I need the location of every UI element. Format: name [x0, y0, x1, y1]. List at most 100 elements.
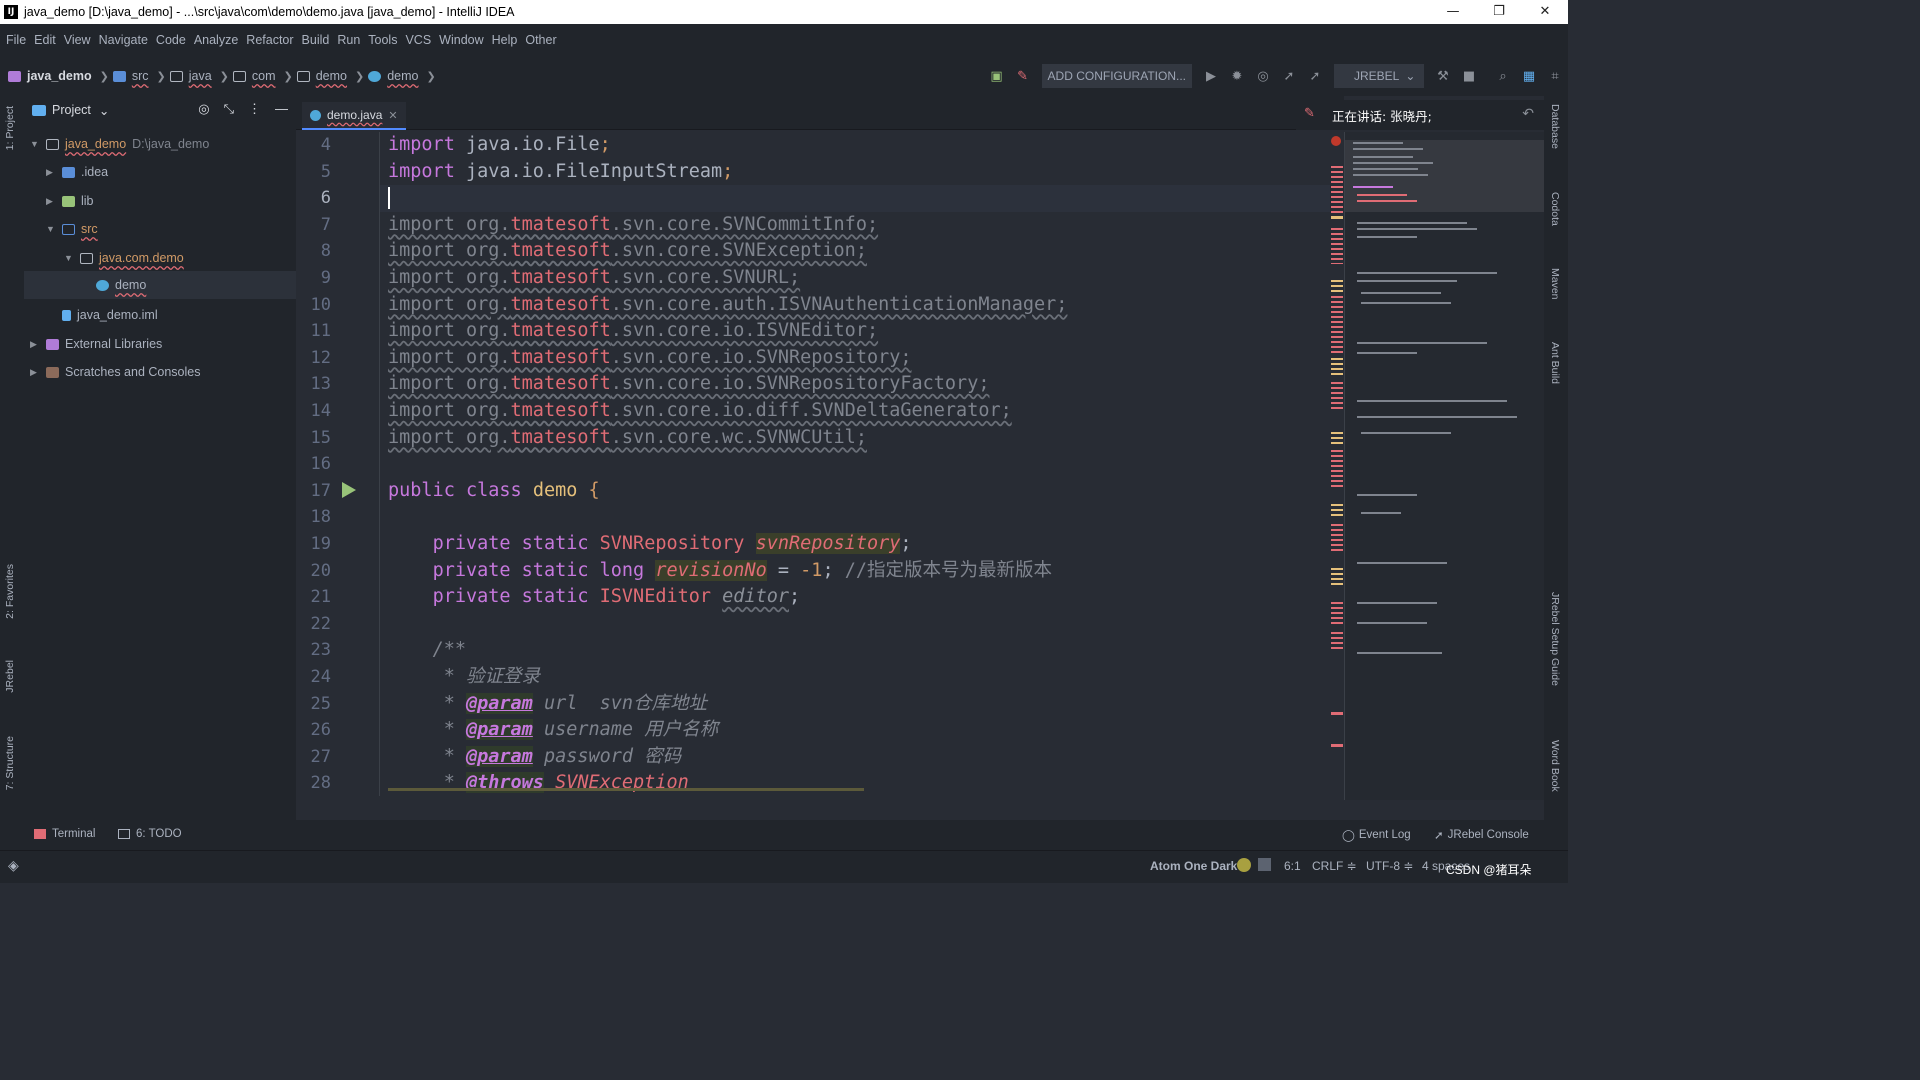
- error-indicator-icon[interactable]: [1331, 136, 1341, 146]
- warning-marks[interactable]: [1331, 568, 1343, 588]
- warning-marks[interactable]: [1331, 504, 1343, 518]
- undo-icon[interactable]: ↶: [1522, 106, 1534, 122]
- breadcrumb-demo-package[interactable]: demo ❯: [296, 69, 364, 83]
- layers-icon[interactable]: ◈: [8, 857, 19, 874]
- jrebel-run-icon[interactable]: ➚: [1276, 63, 1302, 89]
- error-mark[interactable]: [1331, 712, 1343, 715]
- menu-file[interactable]: File: [4, 33, 32, 47]
- collapse-icon[interactable]: ⤡: [224, 101, 234, 117]
- jrebel-console-tab[interactable]: ➚ JRebel Console: [1434, 828, 1529, 842]
- more-options-icon[interactable]: ⋮: [248, 101, 261, 117]
- run-class-icon[interactable]: [342, 482, 356, 498]
- todo-tab[interactable]: 6: TODO: [118, 828, 182, 840]
- tab-favorites[interactable]: 2: Favorites: [4, 564, 16, 619]
- chevron-down-icon[interactable]: ⌄: [99, 103, 109, 118]
- terminal-icon[interactable]: ▣: [984, 63, 1010, 89]
- error-marks[interactable]: [1331, 382, 1343, 410]
- menu-refactor[interactable]: Refactor: [244, 33, 299, 47]
- close-tab-icon[interactable]: ✕: [388, 109, 397, 122]
- breadcrumb-java[interactable]: java ❯: [169, 69, 229, 83]
- error-mark[interactable]: [1331, 744, 1343, 747]
- theme-icon[interactable]: [1237, 858, 1251, 872]
- warning-marks[interactable]: [1331, 358, 1343, 378]
- close-button[interactable]: ✕: [1522, 0, 1568, 24]
- tab-jrebel[interactable]: JRebel: [4, 660, 16, 693]
- error-marks[interactable]: [1331, 632, 1343, 652]
- tab-ant-build[interactable]: Ant Build: [1549, 342, 1561, 384]
- tree-item-scratches[interactable]: ▶ Scratches and Consoles: [30, 361, 201, 383]
- menu-tools[interactable]: Tools: [366, 33, 403, 47]
- minimize-button[interactable]: —: [1430, 0, 1476, 24]
- project-view-label[interactable]: Project: [52, 103, 91, 117]
- code-minimap[interactable]: [1344, 132, 1545, 800]
- menu-code[interactable]: Code: [154, 33, 192, 47]
- search-icon[interactable]: ⌕: [1490, 63, 1516, 89]
- breadcrumb-src[interactable]: src ❯: [112, 69, 166, 83]
- translate-icon[interactable]: ⌗: [1542, 63, 1568, 89]
- tree-item-demo[interactable]: demo: [24, 271, 296, 299]
- error-marks[interactable]: [1331, 228, 1343, 264]
- stop-icon[interactable]: ■: [1456, 63, 1482, 89]
- line-separator[interactable]: CRLF ≑: [1312, 859, 1357, 873]
- caret-position[interactable]: 6:1: [1284, 859, 1301, 873]
- tab-word-book[interactable]: Word Book: [1549, 740, 1561, 792]
- menu-analyze[interactable]: Analyze: [192, 33, 244, 47]
- tree-item-package[interactable]: ▼ java.com.demo: [64, 247, 184, 269]
- tab-jrebel-setup-guide[interactable]: JRebel Setup Guide: [1549, 592, 1561, 686]
- tree-item-idea[interactable]: ▶ .idea: [46, 161, 108, 183]
- javadoc-text: * 验证登录: [443, 666, 540, 687]
- jrebel-dropdown[interactable]: JREBEL ⌄: [1334, 64, 1424, 88]
- tree-item-iml[interactable]: java_demo.iml: [62, 304, 158, 326]
- menu-other[interactable]: Other: [523, 33, 562, 47]
- breadcrumb-com[interactable]: com ❯: [232, 69, 293, 83]
- theme-name[interactable]: Atom One Dark: [1150, 859, 1237, 873]
- tree-item-external-libraries[interactable]: ▶ External Libraries: [30, 333, 162, 355]
- hide-icon[interactable]: —: [275, 101, 288, 117]
- file-encoding[interactable]: UTF-8 ≑: [1366, 859, 1413, 873]
- breadcrumb-project[interactable]: java_demo ❯: [8, 69, 109, 83]
- horizontal-scrollbar[interactable]: [388, 788, 864, 791]
- warning-mark[interactable]: [1331, 216, 1343, 219]
- tab-codota[interactable]: Codota: [1549, 192, 1561, 226]
- run-icon[interactable]: ▶: [1198, 63, 1224, 89]
- error-marks[interactable]: [1331, 450, 1343, 490]
- menu-build[interactable]: Build: [300, 33, 336, 47]
- code-area[interactable]: import java.io.File; import java.io.File…: [388, 132, 1328, 796]
- menu-navigate[interactable]: Navigate: [97, 33, 154, 47]
- build-hammer-icon[interactable]: ✎: [1010, 63, 1036, 89]
- error-stripe[interactable]: [1330, 132, 1344, 800]
- error-marks[interactable]: [1331, 524, 1343, 554]
- breadcrumb-demo-class[interactable]: demo ❯: [368, 69, 436, 83]
- error-marks[interactable]: [1331, 166, 1343, 214]
- coverage-icon[interactable]: ◎: [1250, 63, 1276, 89]
- tab-structure[interactable]: 7: Structure: [4, 736, 16, 790]
- tree-item-java-demo[interactable]: ▼ java_demo D:\java_demo: [30, 133, 209, 155]
- warning-marks[interactable]: [1331, 280, 1343, 292]
- add-configuration-button[interactable]: ADD CONFIGURATION...: [1041, 64, 1192, 88]
- grid-icon[interactable]: ▦: [1516, 63, 1542, 89]
- tab-maven[interactable]: Maven: [1549, 268, 1561, 300]
- error-marks[interactable]: [1331, 296, 1343, 356]
- jrebel-status-icon[interactable]: [1258, 858, 1271, 871]
- jrebel-debug-icon[interactable]: ➚: [1302, 63, 1328, 89]
- tab-demo-java[interactable]: demo.java ✕: [302, 102, 406, 130]
- hammer-icon[interactable]: ⚒: [1430, 63, 1456, 89]
- menu-help[interactable]: Help: [490, 33, 524, 47]
- terminal-tab[interactable]: Terminal: [34, 828, 95, 840]
- warning-marks[interactable]: [1331, 432, 1343, 446]
- tree-item-lib[interactable]: ▶ lib: [46, 190, 94, 212]
- tab-project[interactable]: 1: Project: [4, 106, 16, 150]
- event-log-tab[interactable]: ◯ Event Log: [1342, 828, 1411, 842]
- menu-run[interactable]: Run: [335, 33, 366, 47]
- menu-edit[interactable]: Edit: [32, 33, 62, 47]
- menu-vcs[interactable]: VCS: [403, 33, 437, 47]
- menu-view[interactable]: View: [62, 33, 97, 47]
- maximize-button[interactable]: ❐: [1476, 0, 1522, 24]
- mic-muted-icon[interactable]: ✎: [1304, 106, 1315, 121]
- tab-database[interactable]: Database: [1549, 104, 1561, 149]
- locate-icon[interactable]: ◎: [198, 101, 209, 117]
- error-marks[interactable]: [1331, 602, 1343, 624]
- debug-icon[interactable]: ✹: [1224, 63, 1250, 89]
- menu-window[interactable]: Window: [437, 33, 489, 47]
- tree-item-src[interactable]: ▼ src: [46, 218, 98, 240]
